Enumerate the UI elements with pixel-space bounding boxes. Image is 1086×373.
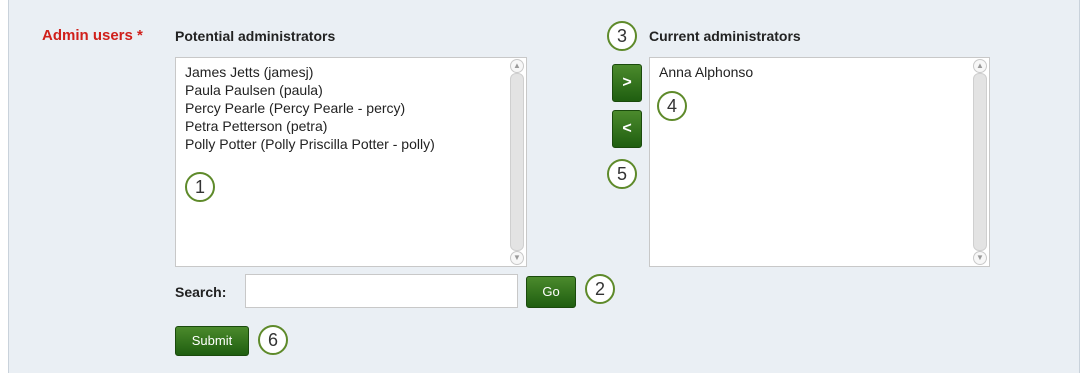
current-list-scrollbar[interactable]: ▲ ▼ (972, 59, 988, 265)
callout-3: 3 (607, 21, 637, 51)
potential-administrators-heading: Potential administrators (175, 28, 336, 44)
potential-list-scrollbar[interactable]: ▲ ▼ (509, 59, 525, 265)
list-item[interactable]: James Jetts (jamesj) (185, 63, 526, 81)
scroll-down-arrow-icon[interactable]: ▼ (973, 251, 987, 265)
callout-2: 2 (585, 274, 615, 304)
scroll-up-arrow-icon[interactable]: ▲ (973, 59, 987, 73)
scroll-down-arrow-icon[interactable]: ▼ (510, 251, 524, 265)
list-item[interactable]: Petra Petterson (petra) (185, 117, 526, 135)
list-item[interactable]: Percy Pearle (Percy Pearle - percy) (185, 99, 526, 117)
submit-button[interactable]: Submit (175, 326, 249, 356)
admin-users-panel: Admin users * Potential administrators J… (8, 0, 1080, 373)
list-item[interactable]: Polly Potter (Polly Priscilla Potter - p… (185, 135, 526, 153)
scrollbar-track[interactable] (510, 73, 524, 251)
scrollbar-track[interactable] (973, 73, 987, 251)
list-item[interactable]: Anna Alphonso (659, 63, 989, 81)
go-button[interactable]: Go (526, 276, 576, 308)
add-administrator-button[interactable]: > (612, 64, 642, 102)
scroll-up-arrow-icon[interactable]: ▲ (510, 59, 524, 73)
callout-4: 4 (657, 91, 687, 121)
potential-administrators-list[interactable]: James Jetts (jamesj) Paula Paulsen (paul… (175, 57, 527, 267)
remove-administrator-button[interactable]: < (612, 110, 642, 148)
list-item[interactable]: Paula Paulsen (paula) (185, 81, 526, 99)
search-input[interactable] (245, 274, 518, 308)
callout-5: 5 (607, 159, 637, 189)
admin-users-label: Admin users * (42, 27, 143, 44)
callout-1: 1 (185, 172, 215, 202)
search-label: Search: (175, 284, 227, 300)
current-administrators-heading: Current administrators (649, 28, 801, 44)
callout-6: 6 (258, 325, 288, 355)
current-administrators-list[interactable]: Anna Alphonso ▲ ▼ (649, 57, 990, 267)
